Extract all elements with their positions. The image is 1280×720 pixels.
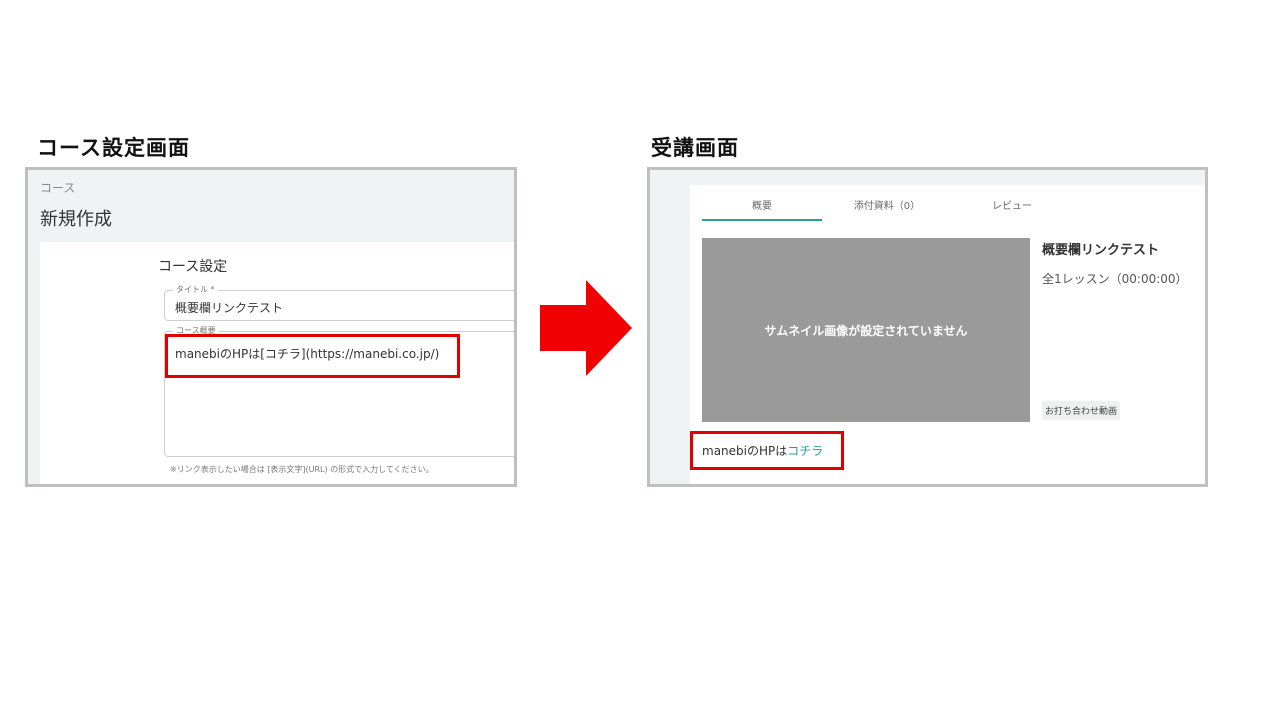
course-title: 概要欄リンクテスト bbox=[1042, 243, 1160, 258]
left-heading: コース設定画面 bbox=[37, 136, 190, 160]
course-thumbnail: サムネイル画像が設定されていません bbox=[702, 238, 1030, 422]
page-title: 新規作成 bbox=[40, 209, 112, 230]
course-settings-screenshot: コース 新規作成 コース設定 タイトル * 概要欄リンクテスト コース概要 ma… bbox=[25, 167, 517, 487]
lesson-count: 全1レッスン（00:00:00） bbox=[1042, 272, 1188, 286]
section-title: コース設定 bbox=[158, 259, 228, 275]
title-field-label: タイトル * bbox=[173, 284, 218, 295]
active-tab-indicator bbox=[702, 219, 822, 221]
title-field[interactable]: タイトル * 概要欄リンクテスト bbox=[164, 284, 514, 321]
tab-attachments[interactable]: 添付資料（0） bbox=[822, 197, 952, 212]
tab-bar: 概要 添付資料（0） レビュー bbox=[702, 185, 1202, 221]
right-arrow-icon bbox=[540, 280, 632, 376]
inquiry-video-button[interactable]: お打ち合わせ動画 bbox=[1042, 401, 1121, 420]
tab-reviews[interactable]: レビュー bbox=[952, 197, 1072, 212]
title-field-value[interactable]: 概要欄リンクテスト bbox=[175, 299, 283, 316]
breadcrumb[interactable]: コース bbox=[40, 179, 75, 196]
right-heading: 受講画面 bbox=[651, 136, 739, 160]
rendered-link-highlight-box bbox=[690, 431, 844, 470]
thumbnail-placeholder-text: サムネイル画像が設定されていません bbox=[764, 323, 968, 338]
tab-overview[interactable]: 概要 bbox=[702, 197, 822, 212]
link-format-hint: ※リンク表示したい場合は [表示文字](URL) の形式で入力してください。 bbox=[170, 465, 434, 474]
description-highlight-box bbox=[165, 334, 460, 378]
